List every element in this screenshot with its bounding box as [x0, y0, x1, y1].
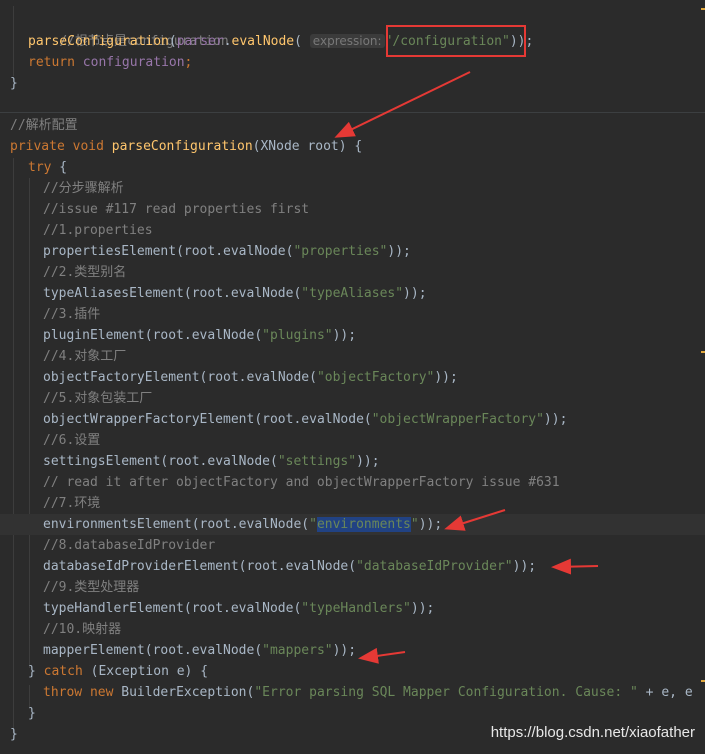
scroll-marker [701, 680, 705, 682]
annotation-arrows [334, 71, 599, 664]
arrow-environments [444, 509, 506, 531]
scroll-marker [701, 351, 705, 353]
arrow-mappers [358, 647, 406, 664]
scroll-marker [701, 8, 705, 10]
code-editor[interactable]: //根节点是configuration parseConfiguration(p… [0, 0, 705, 754]
arrow-databaseidprovider [551, 558, 599, 575]
arrow-to-method [334, 71, 471, 138]
watermark-text: https://blog.csdn.net/xiaofather [490, 724, 695, 741]
